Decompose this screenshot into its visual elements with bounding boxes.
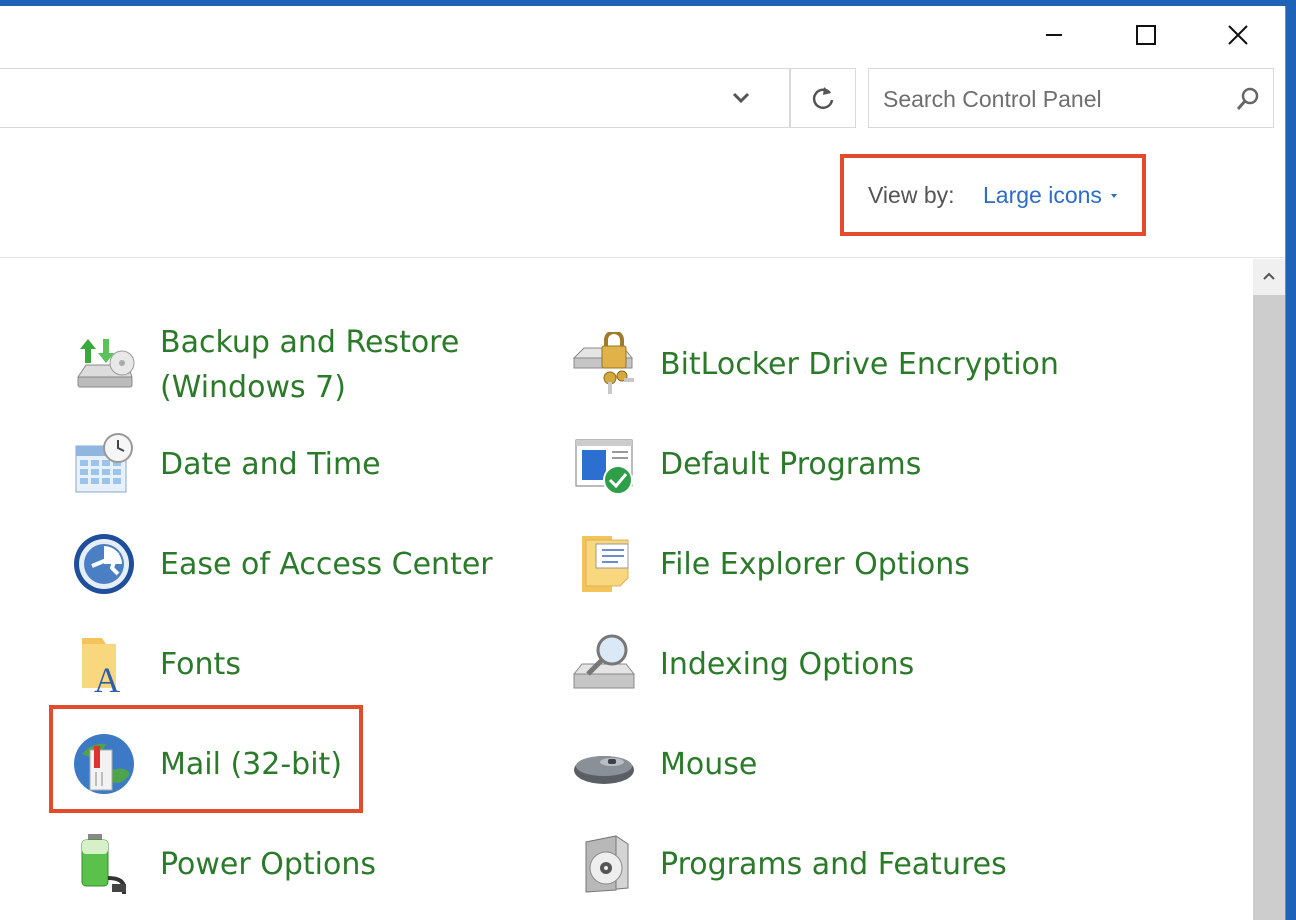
power-options-icon xyxy=(81,834,126,894)
chevron-up-icon xyxy=(1263,272,1275,280)
caret-down-icon[interactable] xyxy=(1111,194,1117,198)
minimize-icon xyxy=(1046,34,1062,36)
item-file-explorer-options[interactable]: File Explorer Options xyxy=(572,532,970,596)
item-bitlocker[interactable]: BitLocker Drive Encryption xyxy=(572,332,1059,396)
vertical-scrollbar[interactable] xyxy=(1253,259,1285,920)
search-input[interactable] xyxy=(881,83,1225,115)
item-backup-restore[interactable]: Backup and Restore (Windows 7) xyxy=(72,320,470,410)
chevron-down-icon xyxy=(732,92,750,104)
item-label: Backup and Restore (Windows 7) xyxy=(160,325,460,405)
fonts-icon: A xyxy=(82,638,120,696)
refresh-button[interactable] xyxy=(790,68,856,128)
file-explorer-options-icon xyxy=(582,536,629,592)
item-ease-of-access[interactable]: Ease of Access Center xyxy=(72,532,493,596)
refresh-icon xyxy=(812,87,834,109)
item-indexing-options[interactable]: Indexing Options xyxy=(572,632,914,696)
maximize-icon xyxy=(1136,25,1156,45)
item-power-options[interactable]: Power Options xyxy=(72,832,376,896)
view-by-dropdown[interactable]: Large icons xyxy=(983,182,1102,209)
item-label: Default Programs xyxy=(660,446,922,482)
programs-features-icon xyxy=(585,835,629,893)
item-default-programs[interactable]: Default Programs xyxy=(572,432,921,496)
item-fonts[interactable]: A Fonts xyxy=(72,632,241,696)
indexing-options-icon xyxy=(572,634,636,689)
header-divider xyxy=(0,257,1285,258)
scroll-up-button[interactable] xyxy=(1253,259,1285,293)
search-box[interactable] xyxy=(868,68,1274,128)
item-label: Mouse xyxy=(660,746,758,782)
item-programs-features[interactable]: Programs and Features xyxy=(572,832,1007,896)
item-label: Fonts xyxy=(160,646,241,682)
view-by-label: View by: xyxy=(868,182,955,208)
close-button[interactable] xyxy=(1192,6,1284,64)
item-label: Indexing Options xyxy=(660,646,915,682)
item-label: BitLocker Drive Encryption xyxy=(660,346,1059,382)
maximize-button[interactable] xyxy=(1100,6,1192,64)
ease-of-access-icon xyxy=(74,534,134,594)
address-dropdown-button[interactable] xyxy=(731,87,751,112)
item-date-time[interactable]: Date and Time xyxy=(72,432,381,496)
default-programs-icon xyxy=(575,439,633,495)
date-time-icon xyxy=(75,433,133,493)
item-label: Programs and Features xyxy=(660,846,1007,882)
close-icon xyxy=(1228,25,1248,45)
backup-restore-icon xyxy=(77,339,135,388)
search-icon[interactable] xyxy=(1235,86,1261,112)
item-label: Date and Time xyxy=(160,446,381,482)
minimize-button[interactable] xyxy=(1008,6,1100,64)
mail-highlight xyxy=(49,705,363,813)
control-panel-window: View by: Large icons Backup and Restore … xyxy=(0,6,1286,920)
item-label: File Explorer Options xyxy=(660,546,970,582)
item-mouse[interactable]: Mouse xyxy=(572,732,757,796)
mouse-icon xyxy=(574,756,634,784)
address-bar[interactable] xyxy=(0,68,790,128)
item-label: Power Options xyxy=(160,846,376,882)
svg-text:A: A xyxy=(94,660,120,696)
bitlocker-icon xyxy=(572,332,634,394)
item-label: Ease of Access Center xyxy=(160,546,493,582)
scroll-thumb[interactable] xyxy=(1253,295,1285,920)
